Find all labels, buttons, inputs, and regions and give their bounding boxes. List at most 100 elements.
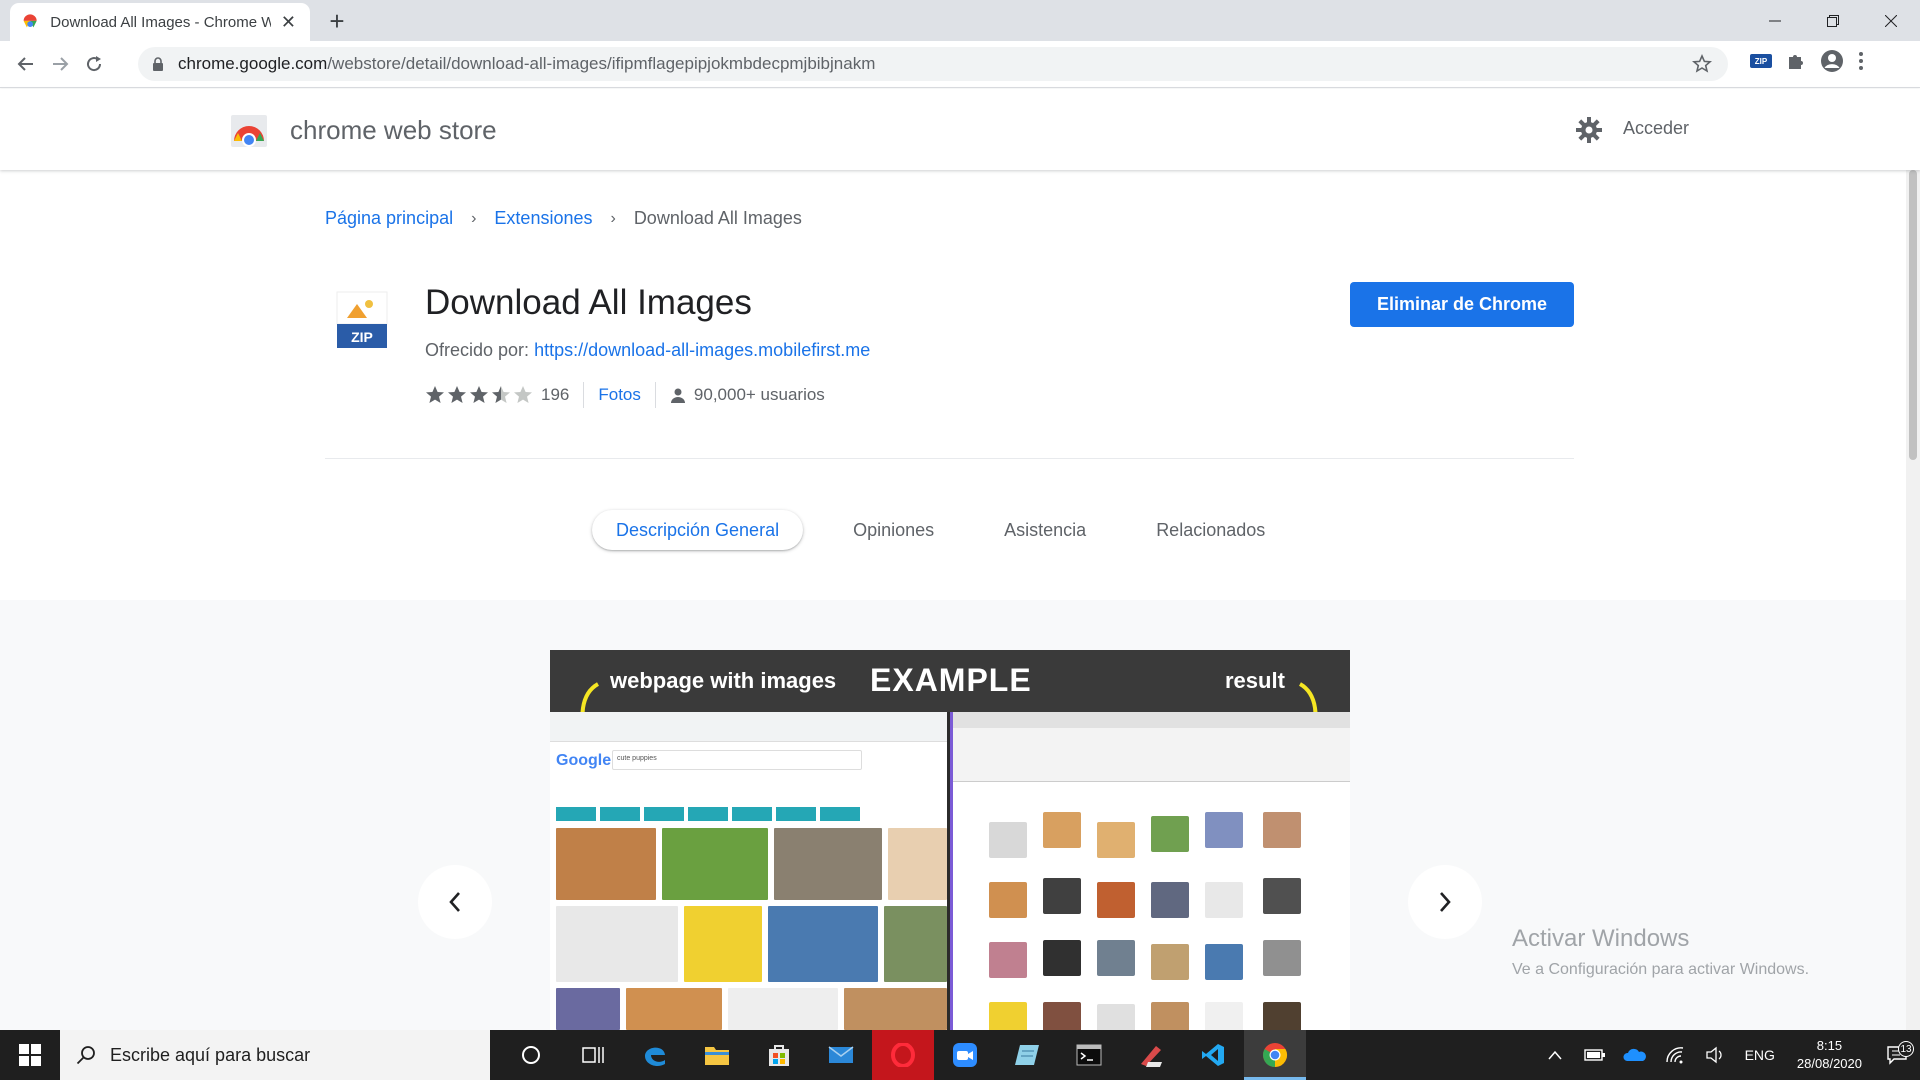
screenshot-right-caption: result bbox=[1225, 668, 1285, 693]
chevron-right-icon bbox=[1440, 892, 1451, 912]
edge-app[interactable] bbox=[624, 1030, 686, 1080]
onedrive-indicator[interactable] bbox=[1615, 1048, 1655, 1062]
windows-activation-watermark: Activar Windows Ve a Configuración para … bbox=[1512, 925, 1809, 979]
breadcrumb-home[interactable]: Página principal bbox=[325, 208, 453, 229]
vscode-app[interactable] bbox=[1182, 1030, 1244, 1080]
minimize-button[interactable] bbox=[1746, 0, 1804, 41]
puppy-thumbnail bbox=[662, 828, 768, 900]
activation-title: Activar Windows bbox=[1512, 925, 1690, 952]
rating-count[interactable]: 196 bbox=[541, 385, 569, 405]
terminal-app[interactable] bbox=[1058, 1030, 1120, 1080]
opera-icon bbox=[891, 1043, 915, 1067]
opera-app[interactable] bbox=[872, 1030, 934, 1080]
window-controls bbox=[1746, 0, 1920, 41]
rating-star-icon bbox=[426, 386, 444, 403]
cortana-button[interactable] bbox=[500, 1030, 562, 1080]
notes-app[interactable] bbox=[996, 1030, 1058, 1080]
chevron-up-icon bbox=[1548, 1050, 1562, 1060]
puppy-thumbnail bbox=[556, 988, 620, 1030]
forward-button[interactable] bbox=[46, 50, 74, 78]
speaker-icon bbox=[1705, 1046, 1722, 1064]
remove-from-chrome-button[interactable]: Eliminar de Chrome bbox=[1350, 282, 1574, 327]
tab-related[interactable]: Relacionados bbox=[1128, 510, 1293, 550]
download-all-images-extension-icon[interactable]: ZIP bbox=[1750, 54, 1772, 68]
rating-star-icon bbox=[514, 386, 532, 403]
battery-indicator[interactable] bbox=[1575, 1048, 1615, 1062]
tab-close-icon[interactable]: ✕ bbox=[279, 12, 298, 33]
tab-title: Download All Images - Chrome W bbox=[50, 13, 271, 31]
clock-time: 8:15 bbox=[1816, 1038, 1843, 1053]
vscode-icon bbox=[1202, 1044, 1224, 1066]
detail-page: Página principal › Extensiones › Downloa… bbox=[0, 170, 1920, 1030]
file-explorer-app[interactable] bbox=[686, 1030, 748, 1080]
chrome-app[interactable] bbox=[1244, 1030, 1306, 1080]
notification-count: 13 bbox=[1898, 1041, 1914, 1057]
browser-tab[interactable]: Download All Images - Chrome W ✕ bbox=[10, 3, 310, 41]
input-language[interactable]: ENG bbox=[1735, 1047, 1785, 1063]
forward-arrow-icon bbox=[53, 57, 69, 71]
breadcrumb: Página principal › Extensiones › Downloa… bbox=[325, 208, 802, 229]
store-name[interactable]: chrome web store bbox=[290, 115, 497, 146]
drawing-app[interactable] bbox=[1120, 1030, 1182, 1080]
developer-link[interactable]: https://download-all-images.mobilefirst.… bbox=[534, 340, 870, 360]
settings-gear-icon[interactable] bbox=[1575, 116, 1603, 144]
chevron-right-icon: › bbox=[610, 209, 616, 227]
tab-reviews[interactable]: Opiniones bbox=[825, 510, 962, 550]
zoom-camera-icon bbox=[953, 1043, 977, 1067]
onedrive-cloud-icon bbox=[1623, 1048, 1646, 1061]
mail-app[interactable] bbox=[810, 1030, 872, 1080]
section-divider bbox=[325, 458, 1574, 459]
task-view-icon bbox=[582, 1047, 604, 1063]
minimize-icon bbox=[1769, 20, 1781, 21]
next-screenshot-button[interactable] bbox=[1408, 865, 1482, 939]
extension-meta: 196 Fotos 90,000+ usuarios bbox=[425, 382, 825, 408]
taskbar-search-placeholder: Escribe aquí para buscar bbox=[110, 1044, 311, 1065]
extensions-puzzle-icon[interactable] bbox=[1786, 51, 1806, 71]
show-hidden-icons-button[interactable] bbox=[1535, 1050, 1575, 1060]
back-button[interactable] bbox=[12, 50, 40, 78]
chrome-web-store-logo[interactable] bbox=[230, 111, 268, 149]
profile-avatar-icon[interactable] bbox=[1820, 49, 1844, 73]
screenshot-explorer-panel bbox=[950, 712, 1350, 1030]
folder-icon bbox=[705, 1047, 729, 1065]
taskbar-pinned-apps bbox=[500, 1030, 1306, 1080]
system-clock[interactable]: 8:15 28/08/2020 bbox=[1785, 1037, 1874, 1073]
address-bar[interactable]: chrome.google.com/webstore/detail/downlo… bbox=[138, 47, 1728, 81]
category-link[interactable]: Fotos bbox=[598, 385, 641, 405]
extension-screenshot: webpage with images EXAMPLE result Googl… bbox=[550, 650, 1350, 1030]
signin-link[interactable]: Acceder bbox=[1623, 118, 1689, 139]
extension-zip-icon: ZIP bbox=[333, 290, 391, 350]
microsoft-store-app[interactable] bbox=[748, 1030, 810, 1080]
taskbar-search-box[interactable]: Escribe aquí para buscar bbox=[60, 1030, 490, 1080]
tab-support[interactable]: Asistencia bbox=[976, 510, 1114, 550]
previous-screenshot-button[interactable] bbox=[418, 865, 492, 939]
clock-date: 28/08/2020 bbox=[1796, 1056, 1862, 1071]
page-scrollbar[interactable] bbox=[1906, 170, 1920, 1030]
bookmark-star-icon[interactable] bbox=[1692, 54, 1712, 74]
offered-by: Ofrecido por: https://download-all-image… bbox=[425, 340, 870, 361]
screenshot-chips bbox=[556, 807, 860, 821]
start-button[interactable] bbox=[0, 1030, 60, 1080]
user-count: 90,000+ usuarios bbox=[693, 385, 825, 404]
new-tab-button[interactable]: + bbox=[322, 8, 352, 34]
lock-icon bbox=[153, 57, 163, 71]
task-view-button[interactable] bbox=[562, 1030, 624, 1080]
rating-stars[interactable] bbox=[425, 385, 533, 405]
cortana-circle-icon bbox=[522, 1046, 540, 1064]
reload-button[interactable] bbox=[80, 50, 108, 78]
close-window-button[interactable] bbox=[1862, 0, 1920, 41]
activation-subtitle: Ve a Configuración para activar Windows. bbox=[1512, 961, 1810, 978]
rating-star-icon bbox=[492, 386, 510, 403]
tab-overview[interactable]: Descripción General bbox=[592, 510, 804, 550]
action-center-button[interactable]: 13 bbox=[1874, 1041, 1920, 1065]
mail-envelope-icon bbox=[828, 1046, 854, 1063]
menu-kebab-icon[interactable] bbox=[1858, 51, 1864, 71]
puppy-thumbnail bbox=[888, 828, 947, 900]
screenshot-header: webpage with images EXAMPLE result bbox=[550, 650, 1350, 746]
volume-indicator[interactable] bbox=[1695, 1046, 1735, 1064]
zoom-app[interactable] bbox=[934, 1030, 996, 1080]
restore-button[interactable] bbox=[1804, 0, 1862, 41]
scrollbar-thumb[interactable] bbox=[1909, 170, 1917, 460]
network-indicator[interactable] bbox=[1655, 1046, 1695, 1064]
breadcrumb-category[interactable]: Extensiones bbox=[494, 208, 592, 229]
